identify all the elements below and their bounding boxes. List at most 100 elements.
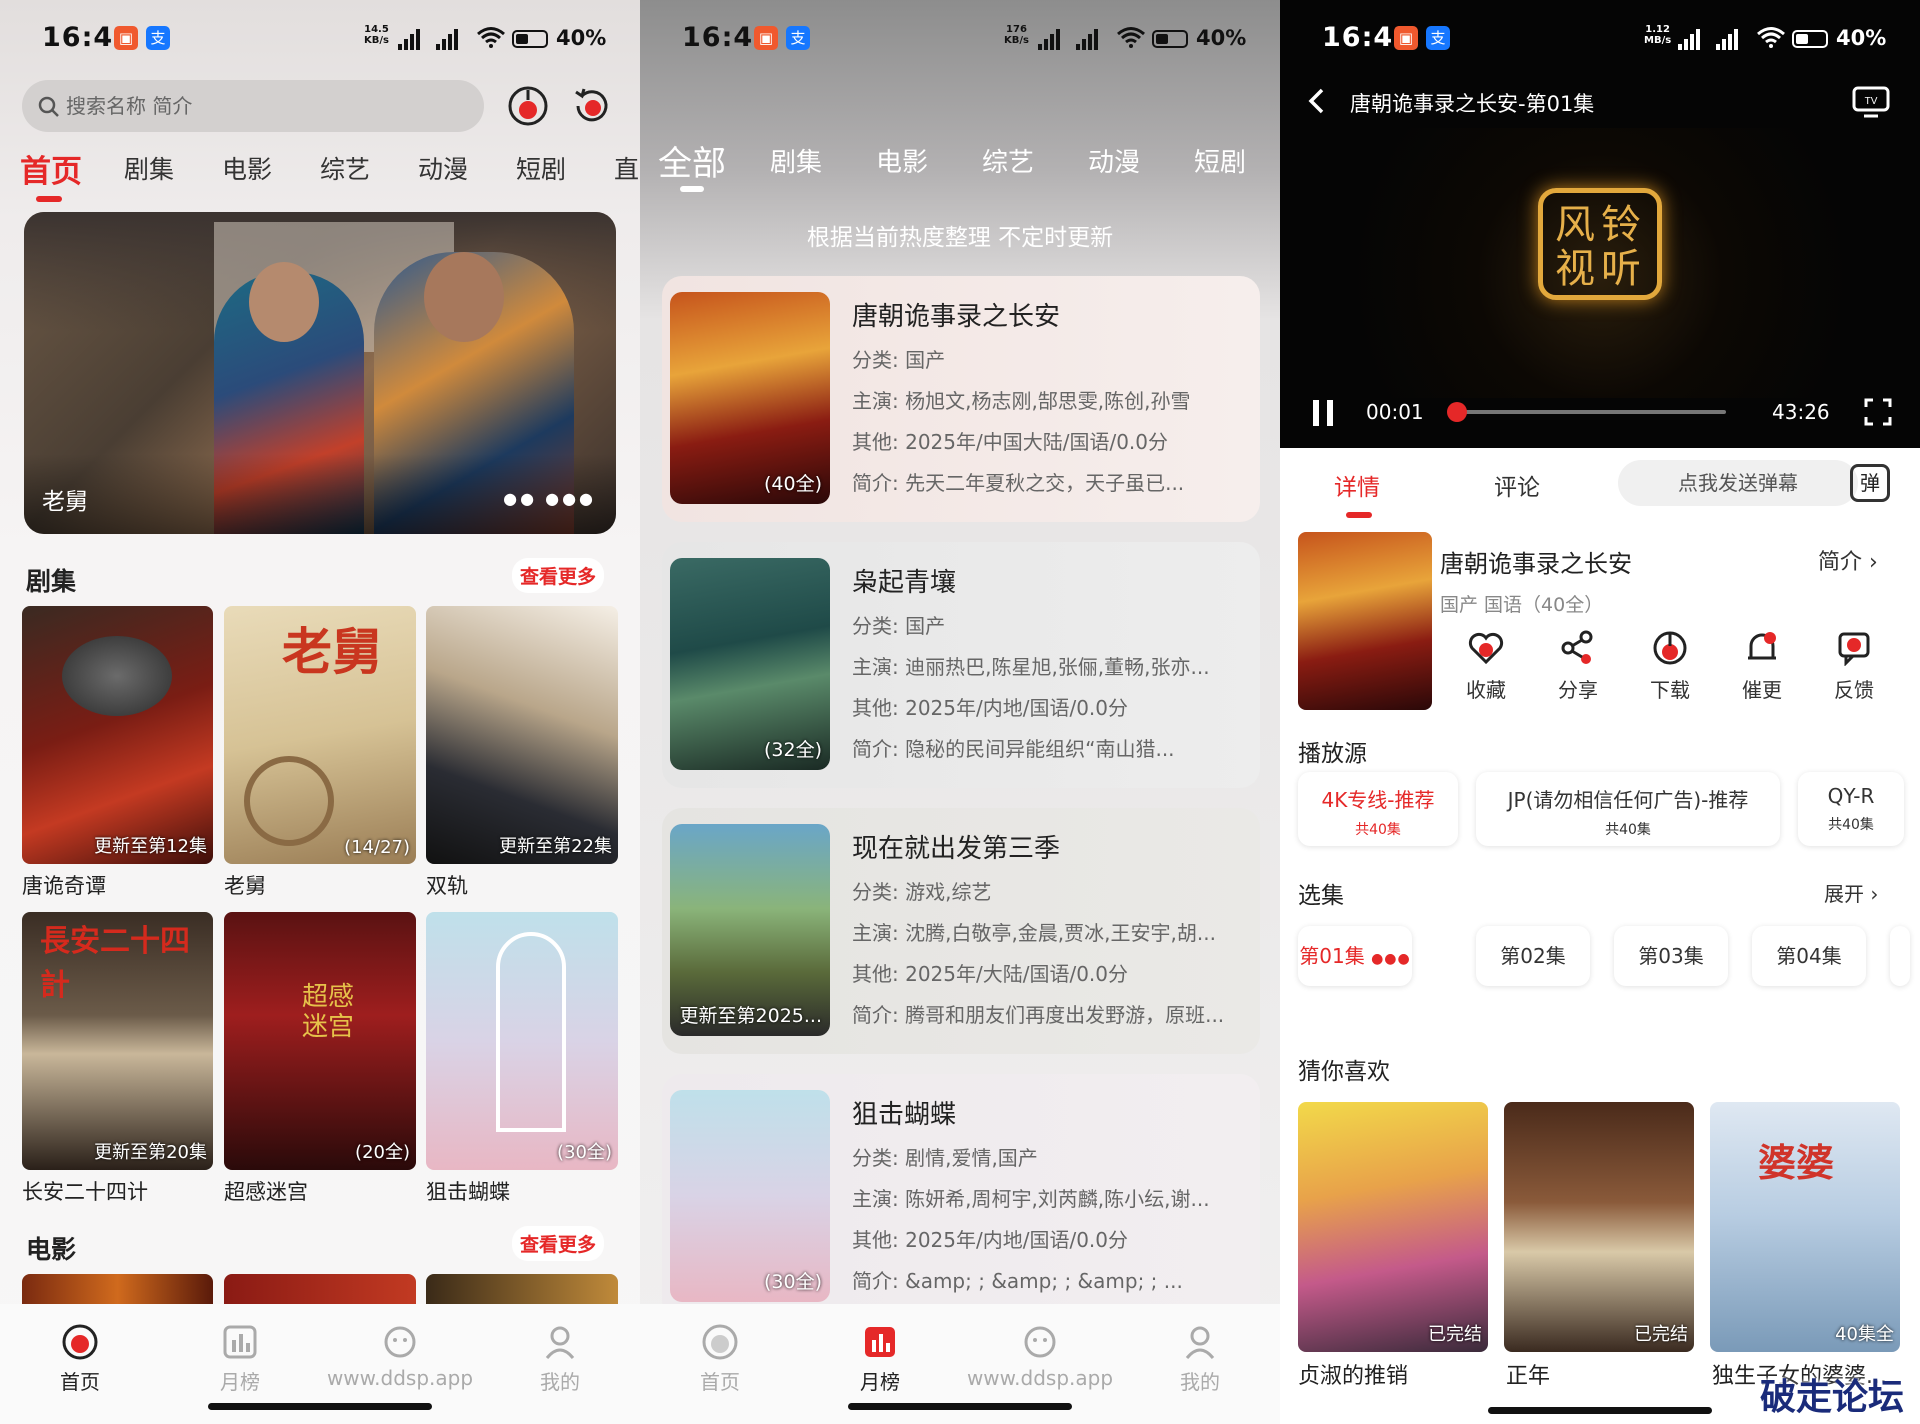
tab-movie[interactable]: 电影 bbox=[222, 150, 272, 186]
poster-badge: (30全) bbox=[763, 1271, 822, 1293]
episode-button[interactable] bbox=[1890, 926, 1910, 986]
episode-button[interactable]: 第02集 bbox=[1476, 926, 1590, 986]
home-indicator bbox=[1488, 1407, 1712, 1414]
download-button[interactable]: 下载 bbox=[1640, 630, 1700, 703]
wifi-icon bbox=[477, 27, 505, 48]
fullscreen-icon[interactable] bbox=[1864, 398, 1892, 426]
danmaku-input[interactable]: 点我发送弹幕 bbox=[1618, 460, 1858, 506]
notify-app-icon: ▣ bbox=[754, 26, 778, 50]
poster-badge: 更新至第22集 bbox=[499, 836, 612, 857]
rank-poster: (32全) bbox=[670, 558, 830, 770]
share-button[interactable]: 分享 bbox=[1548, 630, 1608, 703]
poster-badge: (14/27) bbox=[344, 837, 410, 858]
history-icon[interactable] bbox=[506, 84, 550, 128]
danmaku-toggle-icon[interactable]: 弹 bbox=[1850, 464, 1890, 502]
tab-anime[interactable]: 动漫 bbox=[418, 150, 468, 186]
source-section-title: 播放源 bbox=[1298, 741, 1367, 767]
poster-card[interactable]: 更新至第12集 bbox=[22, 606, 213, 864]
series-more-link[interactable]: 查看更多 bbox=[512, 558, 605, 593]
tab-short[interactable]: 短剧 bbox=[516, 150, 566, 186]
source-option[interactable]: JP(请勿相信任何广告)-推荐 共40集 bbox=[1476, 772, 1780, 846]
record-icon[interactable] bbox=[570, 84, 614, 128]
episode-button[interactable]: 第01集 ●●● bbox=[1298, 926, 1412, 986]
poster-card[interactable]: 更新至第22集 bbox=[426, 606, 618, 864]
tab-indicator bbox=[680, 186, 704, 192]
progress-knob[interactable] bbox=[1446, 402, 1467, 422]
rank-card[interactable]: (32全) 枭起青壤 分类: 国产 主演: 迪丽热巴,陈星旭,张俪,董畅,张亦.… bbox=[662, 542, 1260, 788]
intro-link[interactable]: 简介 › bbox=[1818, 544, 1878, 576]
poster-card[interactable]: (30全) bbox=[426, 912, 618, 1170]
episode-button[interactable]: 第04集 bbox=[1752, 926, 1866, 986]
progress-track[interactable] bbox=[1446, 402, 1726, 422]
tab-variety[interactable]: 综艺 bbox=[982, 142, 1034, 179]
tab-series[interactable]: 剧集 bbox=[124, 150, 174, 186]
video-player[interactable]: 16:43 ▣ 支 1.12 MB/s 40% 唐朝诡事录之长安-第01集 TV… bbox=[1280, 0, 1920, 448]
status-bar: 16:43 ▣ 支 176 KB/s 40% bbox=[640, 0, 1280, 78]
tab-indicator bbox=[36, 196, 62, 202]
favorite-button[interactable]: 收藏 bbox=[1456, 630, 1516, 703]
rank-card[interactable]: (40全) 唐朝诡事录之长安 分类: 国产 主演: 杨旭文,杨志刚,郜思雯,陈创… bbox=[662, 276, 1260, 522]
guess-section-title: 猜你喜欢 bbox=[1298, 1059, 1390, 1085]
battery-icon bbox=[1152, 30, 1188, 48]
tab-indicator bbox=[1346, 512, 1372, 518]
signal-icon bbox=[1076, 28, 1098, 50]
poster-badge: 更新至第20集 bbox=[94, 1142, 207, 1163]
poster-badge: 已完结 bbox=[1634, 1324, 1688, 1345]
nav-home[interactable]: 首页 bbox=[0, 1324, 160, 1395]
nav-me[interactable]: 我的 bbox=[1120, 1324, 1280, 1395]
rank-card[interactable]: 更新至第2025... 现在就出发第三季 分类: 游戏,综艺 主演: 沈腾,白敬… bbox=[662, 808, 1260, 1054]
recommend-card[interactable]: 婆婆 40集全 bbox=[1710, 1102, 1900, 1352]
tab-variety[interactable]: 综艺 bbox=[320, 150, 370, 186]
tab-home[interactable]: 首页 bbox=[20, 146, 82, 191]
tab-live[interactable]: 直 bbox=[614, 150, 639, 186]
rank-cast: 主演: 迪丽热巴,陈星旭,张俪,董畅,张亦... bbox=[852, 655, 1210, 679]
tab-series[interactable]: 剧集 bbox=[770, 142, 822, 179]
tab-movie[interactable]: 电影 bbox=[876, 142, 928, 179]
nav-me[interactable]: 我的 bbox=[480, 1324, 640, 1395]
rank-other: 其他: 2025年/中国大陆/国语/0.0分 bbox=[852, 430, 1169, 454]
nav-site[interactable]: www.ddsp.app bbox=[320, 1324, 480, 1390]
pause-icon[interactable] bbox=[1310, 398, 1336, 428]
back-icon[interactable] bbox=[1306, 86, 1328, 116]
tab-details[interactable]: 详情 bbox=[1334, 468, 1380, 502]
signal-icon bbox=[436, 28, 458, 50]
feedback-button[interactable]: 反馈 bbox=[1824, 630, 1884, 703]
tab-comments[interactable]: 评论 bbox=[1494, 468, 1540, 502]
download-icon bbox=[1653, 631, 1687, 665]
rank-category: 分类: 国产 bbox=[852, 614, 946, 638]
poster-art-text: 婆婆 bbox=[1758, 1141, 1835, 1185]
recommend-card[interactable]: 已完结 bbox=[1298, 1102, 1488, 1352]
banner-carousel[interactable]: 老舅 ●● ●●● bbox=[24, 212, 616, 534]
source-option[interactable]: QY-R 共40集 bbox=[1798, 772, 1904, 846]
alipay-icon: 支 bbox=[786, 26, 810, 50]
nav-rank[interactable]: 月榜 bbox=[800, 1324, 960, 1395]
episode-button[interactable]: 第03集 bbox=[1614, 926, 1728, 986]
battery-percent: 40% bbox=[1196, 26, 1247, 50]
nav-home[interactable]: 首页 bbox=[640, 1324, 800, 1395]
poster-card[interactable]: 超感 迷宫 (20全) bbox=[224, 912, 416, 1170]
home-indicator bbox=[848, 1403, 1072, 1410]
movie-more-link[interactable]: 查看更多 bbox=[512, 1226, 605, 1261]
recommend-title: 贞淑的推销 bbox=[1298, 1364, 1409, 1389]
alipay-icon: 支 bbox=[1426, 26, 1450, 50]
expand-link[interactable]: 展开 › bbox=[1824, 878, 1878, 907]
rank-card[interactable]: (30全) 狙击蝴蝶 分类: 剧情,爱情,国产 主演: 陈妍希,周柯宇,刘芮麟,… bbox=[662, 1074, 1260, 1320]
chevron-right-icon: › bbox=[1869, 550, 1878, 575]
tab-all[interactable]: 全部 bbox=[658, 136, 726, 185]
poster-badge: (20全) bbox=[355, 1142, 410, 1163]
urge-update-button[interactable]: 催更 bbox=[1732, 630, 1792, 703]
rank-note: 根据当前热度整理 不定时更新 bbox=[806, 225, 1114, 251]
bell-icon bbox=[1748, 632, 1776, 660]
tv-cast-icon[interactable]: TV bbox=[1852, 86, 1890, 118]
poster-art-text: 超感 迷宫 bbox=[302, 982, 355, 1042]
recommend-card[interactable]: 已完结 bbox=[1504, 1102, 1694, 1352]
tab-short[interactable]: 短剧 bbox=[1194, 142, 1246, 179]
nav-rank[interactable]: 月榜 bbox=[160, 1324, 320, 1395]
net-speed: 176 KB/s bbox=[1004, 24, 1029, 46]
poster-card[interactable]: 老舅 (14/27) bbox=[224, 606, 416, 864]
search-input[interactable]: 搜索名称 简介 bbox=[22, 80, 484, 132]
nav-site[interactable]: www.ddsp.app bbox=[960, 1324, 1120, 1390]
poster-card[interactable]: 長安二十四計 更新至第20集 bbox=[22, 912, 213, 1170]
source-option[interactable]: 4K专线-推荐 共40集 bbox=[1298, 772, 1458, 846]
tab-anime[interactable]: 动漫 bbox=[1088, 142, 1140, 179]
